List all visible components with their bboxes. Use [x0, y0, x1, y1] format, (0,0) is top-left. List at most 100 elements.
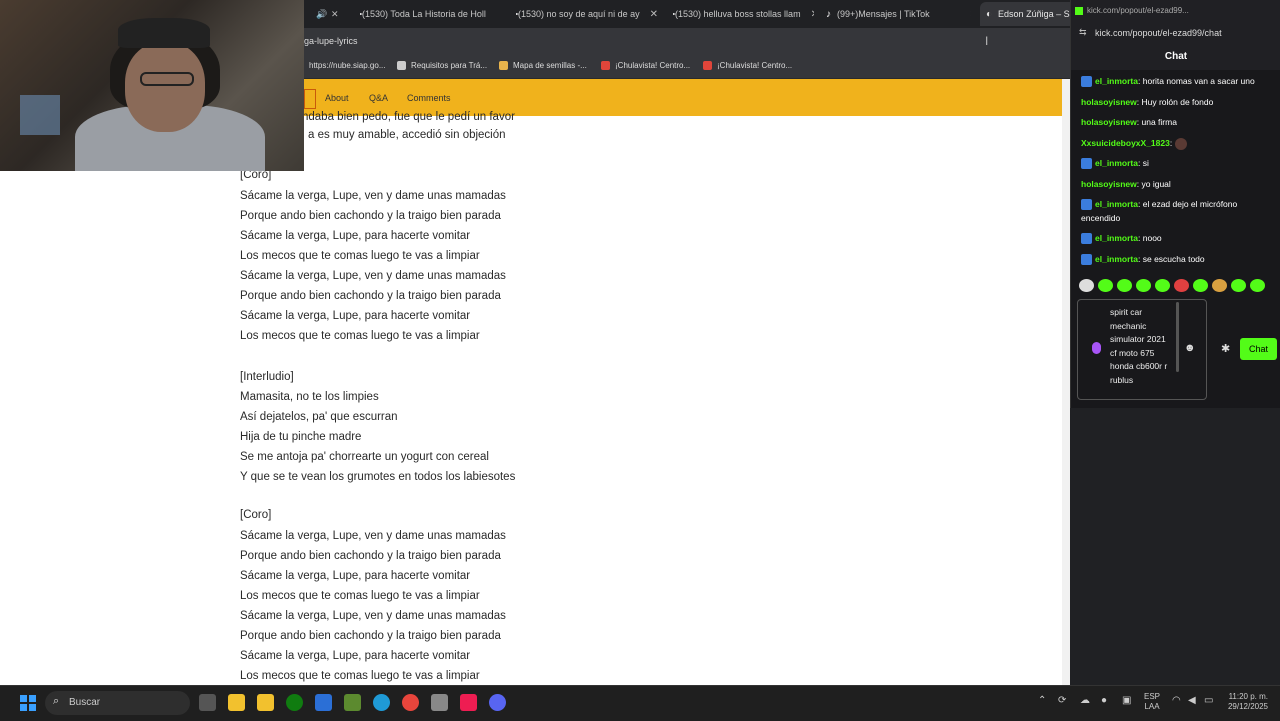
browser-tab[interactable]: (1530) Toda La Historia de Holl ✕	[356, 2, 496, 26]
nav-qa-link[interactable]: Q&A	[369, 93, 388, 103]
site-settings-icon[interactable]: ⇆	[1079, 27, 1087, 38]
emote-icon[interactable]	[1250, 279, 1265, 292]
browser-tab[interactable]: (1530) helluva boss stollas llam ✕	[669, 2, 814, 26]
lyric-line: Los mecos que te comas luego te vas a li…	[240, 250, 480, 262]
emote-icon[interactable]	[1136, 279, 1151, 292]
emote-icon[interactable]	[1079, 279, 1094, 292]
nav-about-link[interactable]: About	[325, 93, 349, 103]
chat-username[interactable]: holasoyisnew	[1081, 117, 1137, 127]
browser-tab[interactable]: (1530) no soy de aquí ni de ay ✕	[512, 2, 657, 26]
lyric-line: Porque ando bien cachondo y la traigo bi…	[240, 550, 501, 562]
sync-icon[interactable]: ⟳	[1058, 696, 1066, 706]
language-indicator[interactable]: ESP LAA	[1144, 692, 1160, 712]
app-tray-icon[interactable]: ▣	[1122, 696, 1131, 706]
bookmark-item[interactable]: Requisitos para Trá...	[397, 61, 487, 70]
page-icon	[397, 61, 406, 70]
lyric-line: Sácame la verga, Lupe, ven y dame unas m…	[240, 270, 506, 282]
page-scrollbar[interactable]	[1062, 79, 1070, 685]
browser-tab-active[interactable]: ◐ Edson Zúñiga – Sáca	[980, 2, 1078, 26]
edge-icon[interactable]	[373, 694, 390, 711]
chat-username[interactable]: el_inmorta	[1095, 158, 1138, 168]
emote-icon[interactable]	[1231, 279, 1246, 292]
chat-message: XxsuicideboyxX_1823:	[1081, 136, 1271, 150]
close-icon[interactable]: ✕	[970, 9, 971, 20]
chat-username[interactable]: el_inmorta	[1095, 199, 1138, 209]
minecraft-icon[interactable]	[344, 694, 361, 711]
close-icon[interactable]: ✕	[811, 9, 814, 20]
chat-username[interactable]: el_inmorta	[1095, 233, 1138, 243]
browser-tab[interactable]: ♪ (99+)Mensajes | TikTok ✕	[826, 2, 971, 26]
emote-icon[interactable]	[1174, 279, 1189, 292]
kick-chat-popout: kick.com/popout/el-ezad99... ⇆ kick.com/…	[1070, 0, 1280, 408]
tab-mute-icon[interactable]: 🔊	[316, 2, 327, 26]
mic-icon[interactable]	[1092, 342, 1101, 354]
bookmark-item[interactable]: Mapa de semillas -...	[499, 61, 587, 70]
url-text[interactable]: ga-lupe-lyrics	[304, 36, 358, 46]
bookmark-item[interactable]: https://nube.siap.go...	[309, 61, 386, 70]
webcam-glasses	[140, 72, 194, 86]
chat-username[interactable]: holasoyisnew	[1081, 97, 1137, 107]
emote-icon[interactable]	[1193, 279, 1208, 292]
bookmark-label: Requisitos para Trá...	[411, 61, 487, 70]
tab-title: (99+)Mensajes | TikTok	[837, 9, 930, 19]
emote-icon[interactable]	[1117, 279, 1132, 292]
chat-message: el_inmorta: el ezad dejo el micrófono en…	[1081, 197, 1271, 225]
lyric-line: Y que se te vean los grumotes en todos l…	[240, 471, 515, 483]
taskbar-search[interactable]: ⌕ Buscar	[45, 691, 190, 715]
lyric-line: Los mecos que te comas luego te vas a li…	[240, 590, 480, 602]
webcam-shelf	[20, 95, 60, 135]
battery-icon[interactable]: ▭	[1204, 696, 1213, 706]
chevron-up-icon[interactable]: ⌃	[1038, 696, 1046, 706]
bookmark-label: https://nube.siap.go...	[309, 61, 386, 70]
app-icon[interactable]	[315, 694, 332, 711]
tab-title: Edson Zúñiga – Sáca	[998, 9, 1078, 19]
emote-icon[interactable]	[1098, 279, 1113, 292]
bookmark-item[interactable]: ¡Chulavista! Centro...	[703, 61, 792, 70]
chat-text: yo igual	[1141, 179, 1170, 189]
lyric-line: Sácame la verga, Lupe, ven y dame unas m…	[240, 190, 506, 202]
chat-username[interactable]: el_inmorta	[1095, 254, 1138, 264]
gear-icon[interactable]: ✱	[1221, 342, 1230, 355]
tiktok-icon[interactable]	[460, 694, 477, 711]
clock[interactable]: 11:20 p. m. 29/12/2025	[1222, 692, 1268, 712]
chat-username[interactable]: holasoyisnew	[1081, 179, 1137, 189]
close-icon[interactable]: ✕	[650, 9, 657, 20]
chat-url[interactable]: kick.com/popout/el-ezad99/chat	[1095, 28, 1222, 38]
airbnb-icon	[601, 61, 610, 70]
chat-text: Huy rolón de fondo	[1141, 97, 1213, 107]
nav-comments-link[interactable]: Comments	[407, 93, 451, 103]
lyric-line: a es muy amable, accedió sin objeción	[308, 129, 506, 141]
xbox-icon[interactable]	[286, 694, 303, 711]
volume-icon[interactable]: ◀	[1188, 696, 1196, 706]
emote-icon[interactable]	[1155, 279, 1170, 292]
chat-message: el_inmorta: se escucha todo	[1081, 252, 1271, 266]
wifi-icon[interactable]: ◠	[1172, 696, 1181, 706]
file-explorer-icon[interactable]	[228, 694, 245, 711]
windows-start-icon[interactable]	[20, 695, 36, 711]
chat-message: holasoyisnew: yo igual	[1081, 177, 1271, 191]
emote-bar	[1079, 279, 1265, 292]
chrome-icon[interactable]	[402, 694, 419, 711]
task-view-icon[interactable]	[199, 694, 216, 711]
cloud-icon[interactable]: ☁	[1080, 696, 1090, 706]
emoji-picker-icon[interactable]: ☻	[1184, 342, 1196, 354]
lyric-line: Sácame la verga, Lupe, ven y dame unas m…	[240, 530, 506, 542]
discord-icon[interactable]	[489, 694, 506, 711]
emote-icon[interactable]	[1212, 279, 1227, 292]
bookmark-item[interactable]: ¡Chulavista! Centro...	[601, 61, 690, 70]
store-icon[interactable]	[257, 694, 274, 711]
language-code: ESP	[1144, 692, 1160, 702]
mic-icon[interactable]: ●	[1101, 696, 1107, 706]
tab-close-icon[interactable]: ✕	[331, 2, 339, 26]
chat-message: holasoyisnew: una firma	[1081, 115, 1271, 129]
input-scrollbar[interactable]	[1176, 302, 1179, 372]
chat-text: si	[1143, 158, 1149, 168]
emote-icon	[1175, 138, 1187, 150]
chat-username[interactable]: el_inmorta	[1095, 76, 1138, 86]
app-icon[interactable]	[431, 694, 448, 711]
airbnb-icon	[703, 61, 712, 70]
send-chat-button[interactable]: Chat	[1240, 338, 1277, 360]
clock-time: 11:20 p. m.	[1222, 692, 1268, 702]
chat-username[interactable]: XxsuicideboyxX_1823	[1081, 138, 1170, 148]
lyric-line: Sácame la verga, Lupe, para hacerte vomi…	[240, 230, 470, 242]
